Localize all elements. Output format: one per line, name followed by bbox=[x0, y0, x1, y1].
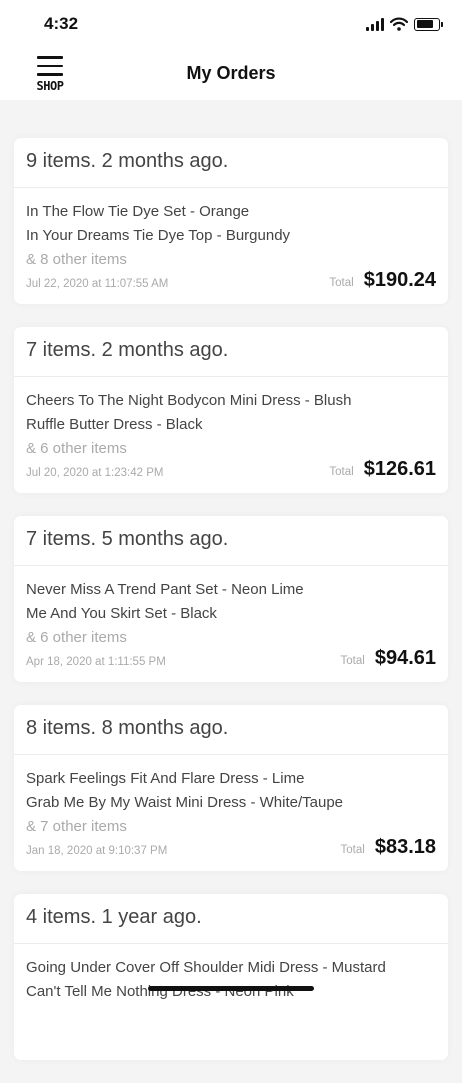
order-line-item: Grab Me By My Waist Mini Dress - White/T… bbox=[26, 794, 344, 811]
order-summary: 8 items. 8 months ago. bbox=[14, 705, 448, 755]
battery-icon bbox=[414, 17, 443, 31]
orders-list: 9 items. 2 months ago. In The Flow Tie D… bbox=[14, 138, 448, 1083]
status-time: 4:32 bbox=[44, 14, 79, 33]
status-icons bbox=[366, 16, 443, 32]
order-card[interactable]: 8 items. 8 months ago. Spark Feelings Fi… bbox=[14, 705, 448, 871]
order-total: $83.18 bbox=[374, 836, 436, 858]
order-date: Jan 18, 2020 at 9:10:37 PM bbox=[26, 845, 168, 857]
order-total: $126.61 bbox=[363, 458, 436, 480]
cellular-signal-icon bbox=[366, 17, 384, 31]
page-title: My Orders bbox=[186, 63, 276, 83]
order-line-item: Spark Feelings Fit And Flare Dress - Lim… bbox=[26, 770, 305, 787]
order-line-item: Going Under Cover Off Shoulder Midi Dres… bbox=[26, 959, 386, 976]
order-summary: 7 items. 5 months ago. bbox=[14, 516, 448, 566]
order-line-item: In Your Dreams Tie Dye Top - Burgundy bbox=[26, 227, 291, 244]
order-total: $94.61 bbox=[374, 647, 436, 669]
order-line-item: Cheers To The Night Bodycon Mini Dress -… bbox=[26, 392, 352, 409]
order-line-item: Never Miss A Trend Pant Set - Neon Lime bbox=[26, 581, 304, 598]
order-date: Apr 18, 2020 at 1:11:55 PM bbox=[26, 656, 166, 668]
order-card[interactable]: 4 items. 1 year ago. Going Under Cover O… bbox=[14, 894, 448, 1060]
order-line-item: Ruffle Butter Dress - Black bbox=[26, 416, 203, 433]
order-summary: 9 items. 2 months ago. bbox=[14, 138, 448, 188]
order-date: Jul 22, 2020 at 11:07:55 AM bbox=[26, 278, 169, 290]
order-card[interactable]: 9 items. 2 months ago. In The Flow Tie D… bbox=[14, 138, 448, 304]
battery-level bbox=[416, 20, 434, 28]
wifi-icon bbox=[390, 17, 408, 31]
order-line-item: Me And You Skirt Set - Black bbox=[26, 605, 217, 622]
app-header: SHOP My Orders bbox=[0, 48, 462, 100]
order-card[interactable]: 7 items. 5 months ago. Never Miss A Tren… bbox=[14, 516, 448, 682]
total-label: Total bbox=[340, 844, 365, 856]
order-summary: 4 items. 1 year ago. bbox=[14, 894, 448, 944]
order-total: $190.24 bbox=[363, 269, 436, 291]
home-indicator[interactable] bbox=[148, 986, 314, 991]
order-summary: 7 items. 2 months ago. bbox=[14, 327, 448, 377]
total-label: Total bbox=[329, 277, 354, 289]
status-bar: 4:32 bbox=[0, 0, 462, 48]
order-card[interactable]: 7 items. 2 months ago. Cheers To The Nig… bbox=[14, 327, 448, 493]
order-line-item: Can't Tell Me Nothing Dress - Neon Pink bbox=[26, 983, 294, 1000]
order-line-item: In The Flow Tie Dye Set - Orange bbox=[26, 203, 250, 220]
total-label: Total bbox=[340, 655, 365, 667]
order-date: Jul 20, 2020 at 1:23:42 PM bbox=[26, 467, 164, 479]
total-label: Total bbox=[329, 466, 354, 478]
